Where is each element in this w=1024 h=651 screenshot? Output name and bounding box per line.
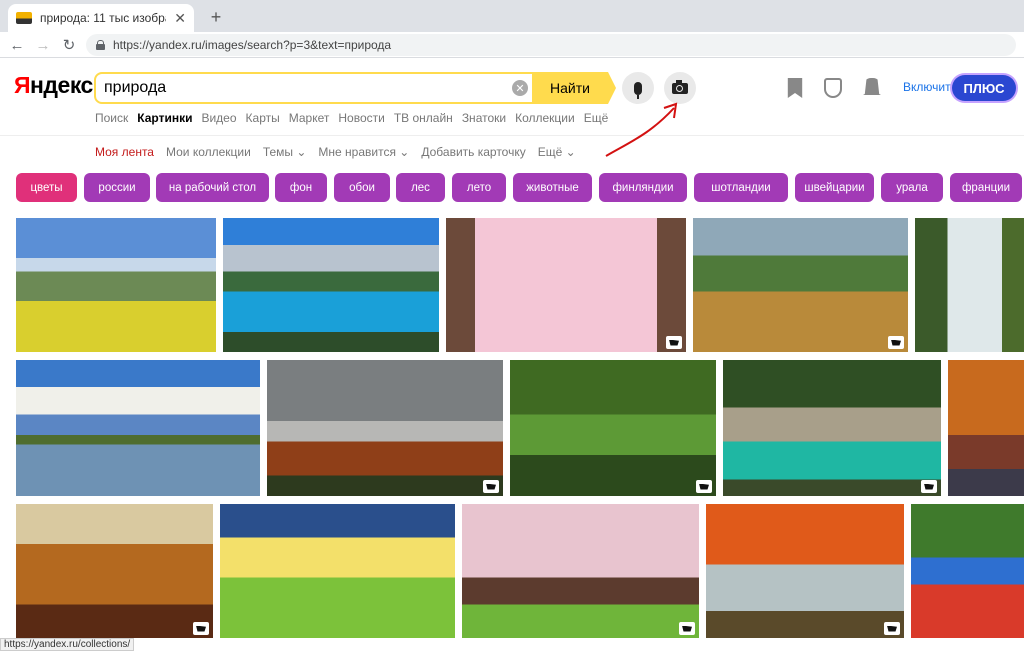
shop-cart-icon[interactable] <box>888 336 904 349</box>
favicon-icon <box>16 12 32 24</box>
microphone-icon <box>634 81 642 99</box>
service-news[interactable]: Новости <box>338 111 384 125</box>
image-tile-valley[interactable] <box>693 218 908 352</box>
plus-button[interactable]: ПЛЮС <box>952 75 1016 101</box>
lock-icon <box>96 40 105 50</box>
divider <box>0 135 1024 136</box>
related-tags: цветы россии на рабочий стол фон обои ле… <box>16 173 1024 203</box>
my-collections-link[interactable]: Мои коллекции <box>166 145 251 159</box>
shield-icon[interactable] <box>824 78 842 98</box>
search-box: ✕ <box>94 72 606 104</box>
image-tile-cherry[interactable] <box>462 504 699 638</box>
tag-chip[interactable]: шотландии <box>694 173 788 202</box>
tag-chip[interactable]: животные <box>513 173 592 202</box>
service-market[interactable]: Маркет <box>289 111 330 125</box>
tag-chip[interactable]: фон <box>275 173 327 202</box>
service-collections[interactable]: Коллекции <box>515 111 575 125</box>
image-tile-lake-clouds[interactable] <box>16 360 260 496</box>
browser-tab-bar: природа: 11 тыс изображений ✕ + <box>0 0 1024 32</box>
image-tile-sunrise[interactable] <box>220 504 455 638</box>
tag-chip[interactable]: на рабочий стол <box>156 173 269 202</box>
tab-title: природа: 11 тыс изображений <box>40 11 166 25</box>
collections-subnav: Моя лента Мои коллекции Темы ⌄ Мне нрави… <box>95 145 588 159</box>
topics-dropdown[interactable]: Темы ⌄ <box>263 145 307 159</box>
tag-chip[interactable]: франции <box>950 173 1022 202</box>
new-tab-button[interactable]: + <box>204 6 228 28</box>
service-maps[interactable]: Карты <box>246 111 280 125</box>
url-field[interactable]: https://yandex.ru/images/search?p=3&text… <box>86 34 1016 56</box>
tag-chip[interactable]: лето <box>452 173 506 202</box>
image-tile-autumn-stream[interactable] <box>706 504 904 638</box>
image-tile-turquoise[interactable] <box>723 360 941 496</box>
yandex-logo[interactable]: Яндекс <box>14 72 93 99</box>
image-tile-autumn-mountains[interactable] <box>16 504 213 638</box>
more-dropdown[interactable]: Ещё ⌄ <box>538 145 576 159</box>
clear-icon[interactable]: ✕ <box>512 80 528 96</box>
image-tile-autumn-house[interactable] <box>948 360 1024 496</box>
logo-rest: ндекс <box>30 72 93 98</box>
reload-icon[interactable]: ↻ <box>58 35 80 55</box>
tag-chip[interactable]: цветы <box>16 173 77 202</box>
tag-chip[interactable]: швейцарии <box>795 173 874 202</box>
image-tile-meadow[interactable] <box>16 218 216 352</box>
bookmark-icon[interactable] <box>787 78 803 98</box>
shop-cart-icon[interactable] <box>483 480 499 493</box>
address-bar: ← → ↻ https://yandex.ru/images/search?p=… <box>0 32 1024 58</box>
tag-chip[interactable]: лес <box>396 173 445 202</box>
service-tv[interactable]: ТВ онлайн <box>394 111 453 125</box>
forward-icon[interactable]: → <box>32 35 54 55</box>
service-video[interactable]: Видео <box>201 111 236 125</box>
add-card-link[interactable]: Добавить карточку <box>421 145 525 159</box>
back-icon[interactable]: ← <box>6 35 28 55</box>
shop-cart-icon[interactable] <box>193 622 209 635</box>
image-tile-mossy[interactable] <box>510 360 716 496</box>
shop-cart-icon[interactable] <box>921 480 937 493</box>
service-search[interactable]: Поиск <box>95 111 128 125</box>
service-images[interactable]: Картинки <box>137 111 192 125</box>
image-tile-misty[interactable] <box>267 360 503 496</box>
close-icon[interactable]: ✕ <box>174 10 186 27</box>
likes-dropdown[interactable]: Мне нравится ⌄ <box>318 145 409 159</box>
service-znatoki[interactable]: Знатоки <box>462 111 506 125</box>
url-text: https://yandex.ru/images/search?p=3&text… <box>113 38 392 52</box>
status-bar-url: https://yandex.ru/collections/ <box>0 638 135 651</box>
camera-icon <box>672 79 688 94</box>
my-feed-link[interactable]: Моя лента <box>95 145 154 159</box>
shop-cart-icon[interactable] <box>884 622 900 635</box>
shop-cart-icon[interactable] <box>696 480 712 493</box>
shop-cart-icon[interactable] <box>666 336 682 349</box>
image-tile-lake[interactable] <box>223 218 439 352</box>
image-tile-blossom[interactable] <box>446 218 686 352</box>
tag-chip[interactable]: россии <box>84 173 150 202</box>
image-tile-red-flowers[interactable] <box>911 504 1024 638</box>
tag-chip[interactable]: финляндии <box>599 173 687 202</box>
bell-icon[interactable] <box>863 78 881 95</box>
image-tile-waterfall[interactable] <box>915 218 1024 352</box>
find-button[interactable]: Найти <box>532 72 616 104</box>
shop-cart-icon[interactable] <box>679 622 695 635</box>
tag-chip[interactable]: урала <box>881 173 943 202</box>
search-input[interactable] <box>104 78 504 98</box>
annotation-arrow <box>605 102 678 157</box>
services-nav: Поиск Картинки Видео Карты Маркет Новост… <box>95 111 617 125</box>
browser-tab[interactable]: природа: 11 тыс изображений ✕ <box>8 4 194 32</box>
tag-chip[interactable]: обои <box>334 173 390 202</box>
enable-link[interactable]: Включить <box>903 80 957 94</box>
